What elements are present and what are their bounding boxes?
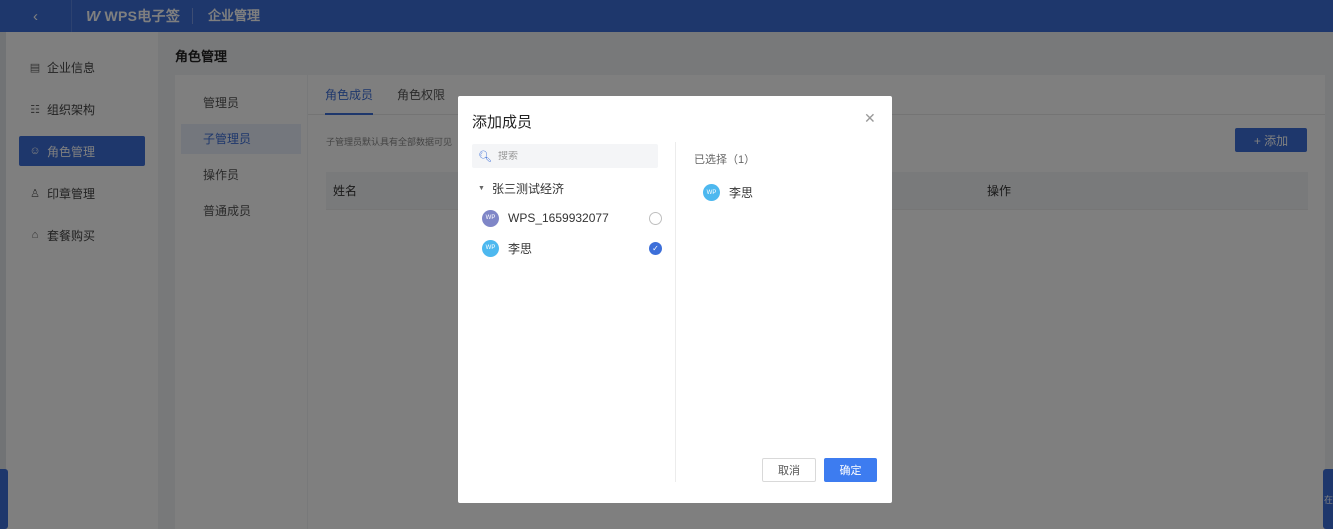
dialog-divider bbox=[675, 142, 676, 482]
member-name: WPS_1659932077 bbox=[508, 211, 609, 225]
member-item[interactable]: WP WPS_1659932077 bbox=[482, 208, 662, 228]
check-icon: ✓ bbox=[652, 244, 659, 253]
member-search[interactable]: 🔍︎ bbox=[472, 144, 658, 168]
add-member-dialog: 添加成员 ✕ 🔍︎ ▼ 张三测试经济 WP WPS_1659932077 WP … bbox=[458, 96, 892, 503]
member-checkbox[interactable] bbox=[649, 212, 662, 225]
cancel-button[interactable]: 取消 bbox=[762, 458, 816, 482]
selected-member[interactable]: WP 李思 bbox=[703, 184, 753, 201]
department-node[interactable]: ▼ 张三测试经济 bbox=[478, 180, 564, 197]
caret-down-icon[interactable]: ▼ bbox=[478, 185, 485, 192]
department-name: 张三测试经济 bbox=[491, 182, 564, 196]
search-icon: 🔍︎ bbox=[478, 150, 492, 163]
avatar: WP bbox=[482, 239, 499, 257]
member-checkbox-checked[interactable]: ✓ bbox=[649, 242, 662, 255]
member-item[interactable]: WP 李思 bbox=[482, 238, 662, 258]
search-input[interactable] bbox=[497, 150, 648, 162]
close-icon[interactable]: ✕ bbox=[864, 110, 876, 127]
selected-count: 已选择（1） bbox=[694, 154, 756, 166]
avatar: WP bbox=[703, 184, 720, 201]
dialog-title: 添加成员 bbox=[472, 114, 533, 131]
confirm-button[interactable]: 确定 bbox=[824, 458, 877, 482]
member-name: 李思 bbox=[729, 186, 754, 200]
member-name: 李思 bbox=[508, 241, 533, 256]
avatar: WP bbox=[482, 209, 499, 227]
